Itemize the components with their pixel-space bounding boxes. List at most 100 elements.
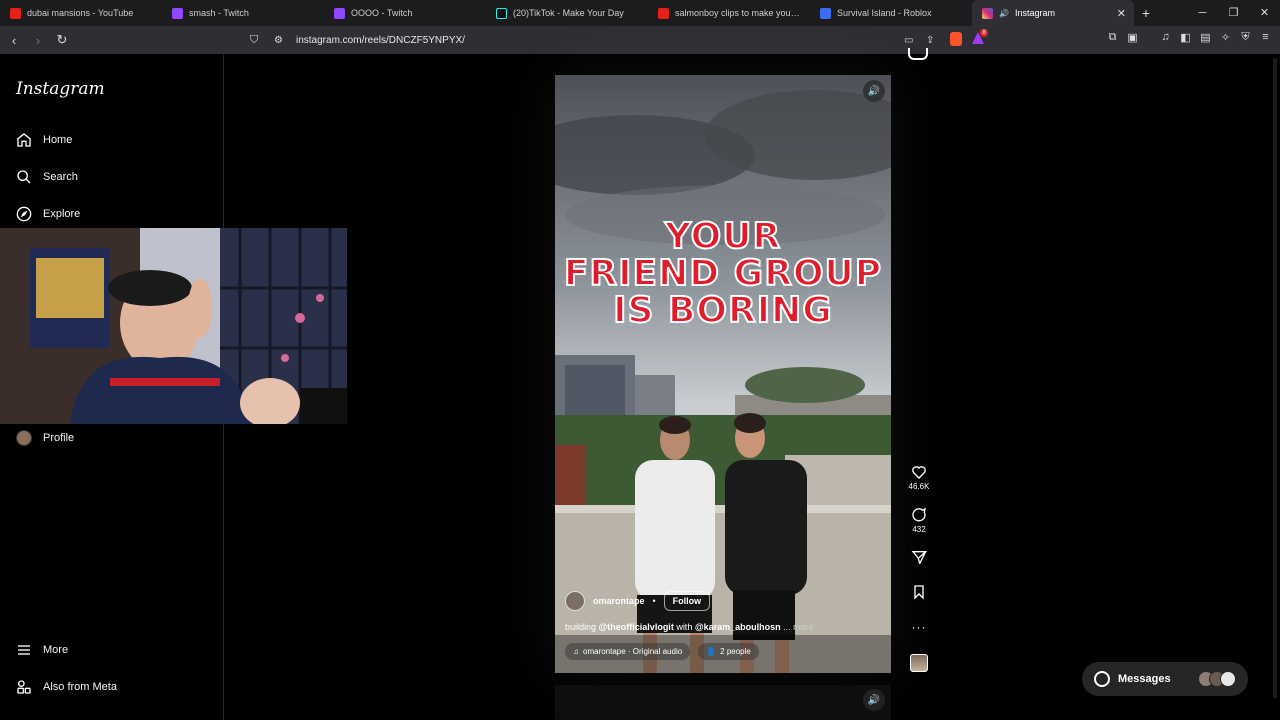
messenger-icon (1094, 671, 1110, 687)
tab-title: Survival Island - Roblox (837, 8, 932, 18)
tab-twitch-smash[interactable]: smash - Twitch (162, 0, 324, 26)
media-icon[interactable]: ♫ (1159, 31, 1172, 44)
webcam-feed-image (0, 228, 347, 424)
tab-youtube[interactable]: dubai mansions - YouTube (0, 0, 162, 26)
home-icon (17, 133, 31, 147)
browser-tab-strip: dubai mansions - YouTube smash - Twitch … (0, 0, 1280, 26)
minimize-icon[interactable]: ─ (1187, 0, 1218, 26)
new-tab-button[interactable]: + (1134, 5, 1158, 21)
share-icon[interactable]: ⇪ (926, 35, 934, 46)
webcam-overlay (0, 228, 347, 424)
tab-title: smash - Twitch (189, 8, 249, 18)
tab-title: salmonboy clips to make you scream (675, 8, 800, 18)
reel-overlay-line-2: FRIEND GROUP (563, 253, 883, 294)
reel-meta: ♫ omarontape · Original audio 👤 2 people (565, 643, 759, 660)
audio-pill[interactable]: ♫ omarontape · Original audio (565, 643, 691, 660)
avatar (1220, 671, 1236, 687)
reel-caption[interactable]: building @theofficialvlogit with @karam_… (565, 622, 814, 632)
vpn-icon[interactable]: ⛨ (1239, 31, 1252, 44)
wallet-icon[interactable]: ▤ (1199, 31, 1212, 44)
sidebar-item-more[interactable]: More (16, 642, 68, 658)
close-tab-icon[interactable]: ✕ (1117, 7, 1126, 20)
cast-icon[interactable]: ▭ (904, 35, 913, 46)
twitch-icon (334, 7, 345, 19)
bookmark-icon (914, 585, 924, 600)
like-count: 46.6K (908, 482, 930, 491)
like-button[interactable]: 46.6K (905, 464, 933, 491)
more-options-icon: ··· (911, 620, 927, 634)
comment-button[interactable]: 432 (905, 507, 933, 534)
avatar[interactable] (565, 591, 585, 611)
mute-toggle-button[interactable]: 🔊 (863, 689, 885, 711)
youtube-icon (658, 7, 669, 19)
author-username[interactable]: omarontape (593, 596, 645, 606)
tab-tiktok[interactable]: (20)TikTok - Make Your Day (486, 0, 648, 26)
messages-button[interactable]: Messages (1082, 662, 1248, 696)
camera-icon[interactable] (908, 48, 928, 60)
menu-icon (18, 645, 30, 655)
notification-badge: 8 (980, 29, 988, 37)
sidebar-item-search[interactable]: Search (16, 169, 78, 185)
tagged-people-pill[interactable]: 👤 2 people (698, 643, 759, 660)
caption-text: with (673, 622, 695, 632)
leo-ai-icon[interactable]: ✧ (1219, 31, 1232, 44)
follow-button[interactable]: Follow (663, 591, 711, 611)
next-reel-preview[interactable] (555, 685, 891, 720)
send-icon (911, 551, 927, 564)
search-icon (17, 170, 31, 184)
tab-twitch-oooo[interactable]: OOOO - Twitch (324, 0, 486, 26)
sidebar-item-home[interactable]: Home (16, 132, 72, 148)
share-button[interactable] (905, 549, 933, 567)
restore-icon[interactable]: ❐ (1218, 0, 1249, 26)
extensions-icon[interactable]: ⧉ (1106, 31, 1119, 44)
more-options-button[interactable]: ··· (905, 620, 933, 634)
page-scrollbar[interactable] (1272, 58, 1278, 698)
caption-mention[interactable]: @theofficialvlogit (599, 622, 674, 632)
tab-title: (20)TikTok - Make Your Day (513, 8, 624, 18)
forward-icon[interactable]: › (28, 33, 48, 48)
sidebar-item-label: More (43, 644, 69, 656)
sidebar-item-label: Also from Meta (43, 681, 117, 693)
sidebar-item-label: Home (43, 134, 73, 146)
window-controls: ─ ❐ ✕ (1187, 0, 1280, 26)
bookmark-icon[interactable]: ⛉ (250, 34, 258, 47)
close-window-icon[interactable]: ✕ (1249, 0, 1280, 26)
reel-overlay-line-1: YOUR (664, 216, 782, 257)
audio-thumbnail (910, 654, 928, 672)
twitch-icon (172, 7, 183, 19)
tab-instagram[interactable]: 🔊 Instagram ✕ (972, 0, 1134, 26)
caption-text: building (565, 622, 599, 632)
caption-more-link[interactable]: ... more (781, 622, 814, 632)
tab-title: OOOO - Twitch (351, 8, 413, 18)
tab-roblox[interactable]: Survival Island - Roblox (810, 0, 972, 26)
url-text[interactable]: instagram.com/reels/DNCZF5YNPYX/ (296, 35, 465, 46)
browser-menu-icon[interactable]: ≡ (1259, 31, 1272, 44)
sidebar-item-label: Search (43, 171, 78, 183)
sidebar-item-profile[interactable]: Profile (16, 430, 74, 446)
tab-title: dubai mansions - YouTube (27, 8, 134, 18)
tab-youtube-salmonboy[interactable]: salmonboy clips to make you scream (648, 0, 810, 26)
reload-icon[interactable]: ↻ (52, 32, 72, 48)
messages-label: Messages (1118, 673, 1171, 685)
url-bar[interactable]: ⛉ ⚙ instagram.com/reels/DNCZF5YNPYX/ ▭ ⇪… (244, 29, 992, 51)
comment-icon (912, 507, 926, 522)
reel-video[interactable]: 🔊 YOUR FRIEND GROUP IS BORING omarontape… (555, 75, 891, 673)
avatar (16, 430, 32, 446)
brave-shield-icon[interactable] (950, 32, 962, 46)
sidebar-toggle-icon[interactable]: ◧ (1179, 31, 1192, 44)
address-toolbar: ‹ › ↻ ⛉ ⚙ instagram.com/reels/DNCZF5YNPY… (0, 26, 1280, 54)
caption-mention[interactable]: @karam_aboulhosn (695, 622, 781, 632)
heart-icon (912, 466, 926, 479)
sidebar-item-also-from-meta[interactable]: Also from Meta (16, 679, 117, 695)
back-icon[interactable]: ‹ (4, 33, 24, 48)
sidebar-item-label: Explore (43, 208, 81, 220)
audio-thumbnail-button[interactable] (905, 654, 933, 672)
sidebar-item-label: Profile (43, 432, 75, 444)
site-settings-icon[interactable]: ⚙ (274, 35, 283, 46)
save-button[interactable] (905, 584, 933, 602)
screenshot-icon[interactable]: ▣ (1126, 31, 1139, 44)
sidebar-item-explore[interactable]: Explore (16, 206, 80, 222)
instagram-logo[interactable]: Instagram (16, 79, 105, 99)
mute-toggle-button[interactable]: 🔊 (863, 80, 885, 102)
comment-count: 432 (912, 525, 926, 534)
